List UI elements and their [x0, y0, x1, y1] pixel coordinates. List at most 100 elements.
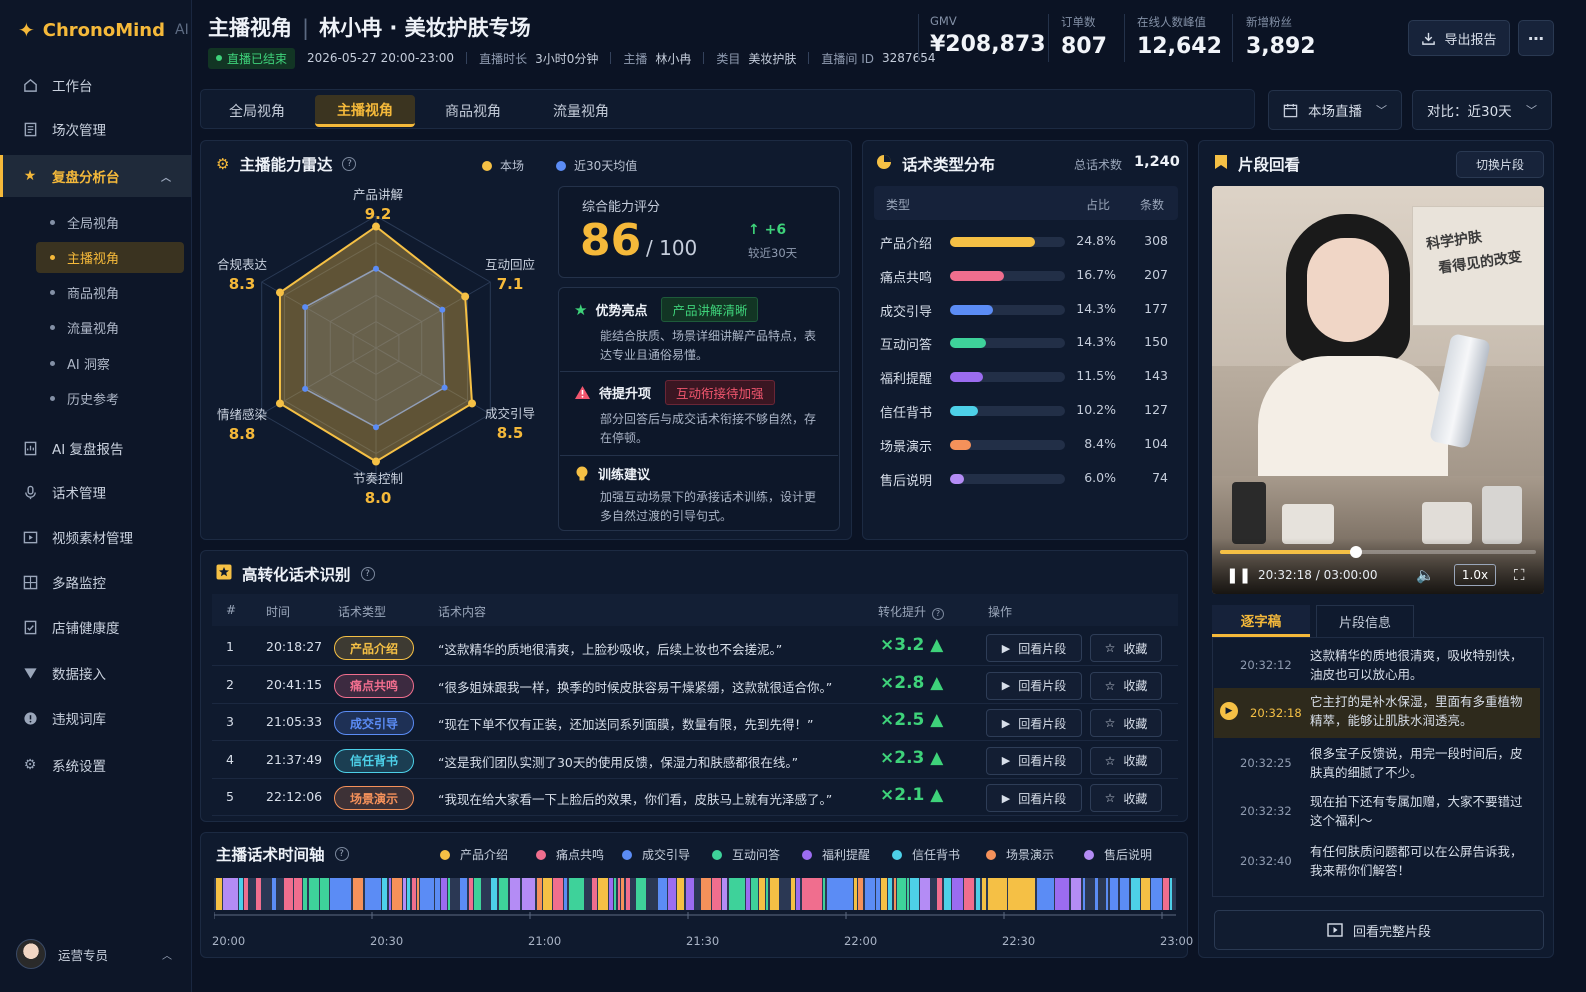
- progress-track[interactable]: [1220, 546, 1536, 558]
- replay-label: 回看片段: [1018, 754, 1067, 768]
- sidebar-item-review[interactable]: ★ 复盘分析台 ︿: [0, 155, 191, 197]
- full-replay-button[interactable]: 回看完整片段: [1214, 910, 1544, 950]
- sidebar-item-monitor[interactable]: 多路监控: [0, 562, 191, 602]
- tab-traffic[interactable]: 流量视角: [536, 95, 626, 127]
- timeline-segment: [1110, 878, 1118, 910]
- replay-clip-button[interactable]: ▶ 回看片段: [986, 784, 1082, 812]
- monitor-icon: [22, 574, 38, 590]
- replay-label: 回看片段: [1018, 716, 1067, 731]
- tab-global[interactable]: 全局视角: [212, 95, 302, 127]
- sidebar-item-data[interactable]: 数据接入: [0, 653, 191, 693]
- replay-clip-button[interactable]: ▶ 回看片段: [986, 671, 1082, 700]
- share-percent: 14.3%: [1076, 334, 1116, 350]
- sidebar-item-violations[interactable]: 违规词库: [0, 698, 191, 738]
- favorite-button[interactable]: ☆ 收藏: [1090, 746, 1162, 775]
- compare-select[interactable]: 对比：近30天 ﹀: [1412, 90, 1552, 130]
- favorite-button[interactable]: ☆ 收藏: [1090, 784, 1162, 812]
- legend-dot-icon: [986, 849, 996, 860]
- user-menu[interactable]: 运营专员 ︿: [16, 938, 176, 970]
- timeline-bar[interactable]: [214, 875, 1176, 923]
- sidebar-item-label: 系统设置: [52, 759, 106, 775]
- tab-clip-info[interactable]: 片段信息: [1316, 605, 1414, 637]
- replay-clip-button[interactable]: ▶ 回看片段: [986, 746, 1082, 775]
- divider: [1232, 14, 1233, 62]
- help-icon[interactable]: ?: [342, 157, 357, 171]
- axis-value: 8.0: [364, 489, 392, 507]
- sidebar-item-settings[interactable]: ⚙ 系统设置: [0, 745, 191, 785]
- transcript-text: 它主打的是补水保湿，里面有多重植物精萃，能够让肌肤水润透亮。: [1310, 694, 1523, 728]
- sub-item-history[interactable]: 历史参考: [36, 383, 184, 414]
- axis-value: 7.1: [496, 275, 524, 293]
- tab-host[interactable]: 主播视角: [315, 95, 415, 127]
- favorite-button[interactable]: ☆ 收藏: [1090, 634, 1162, 662]
- help-icon[interactable]: ?: [932, 607, 945, 620]
- fullscreen-icon[interactable]: ⛶: [1514, 566, 1525, 584]
- sidebar-item-ai-report[interactable]: AI 复盘报告: [0, 428, 191, 468]
- transcript-item[interactable]: 20:32:32 现在拍下还有专属加赠，大家不要错过这个福利～: [1214, 792, 1540, 836]
- row-time: 21:05:33: [266, 714, 323, 729]
- replay-clip-button[interactable]: ▶ 回看片段: [986, 634, 1082, 662]
- sidebar-item-workbench[interactable]: 工作台: [0, 65, 191, 105]
- type-pill: 信任背书: [334, 748, 414, 773]
- transcript-item[interactable]: 20:32:25 很多宝子反馈说，用完一段时间后，皮肤真的细腻了不少。: [1214, 744, 1540, 788]
- export-report-button[interactable]: 导出报告: [1408, 20, 1510, 56]
- row-time: 20:18:27: [266, 639, 323, 654]
- row-text: “这款精华的质地很清爽，上脸秒吸收，后续上妆也不会搓泥。”: [438, 642, 783, 657]
- sidebar-item-video[interactable]: 视频素材管理: [0, 517, 191, 557]
- sub-item-ai-insight[interactable]: AI 洞察: [36, 348, 184, 379]
- timeline-segment: [420, 878, 434, 910]
- help-icon[interactable]: ?: [360, 567, 375, 581]
- app-logo[interactable]: ✦ ChronoMind AI: [18, 18, 189, 42]
- timeline-segment: [522, 878, 535, 910]
- radar-point-current: [275, 399, 284, 408]
- scope-select[interactable]: 本场直播 ﹀: [1268, 90, 1402, 130]
- tab-product[interactable]: 商品视角: [428, 95, 518, 127]
- favorite-button[interactable]: ☆ 收藏: [1090, 671, 1162, 700]
- star-outline-icon: ☆: [1104, 791, 1116, 805]
- tab-transcript[interactable]: 逐字稿: [1212, 605, 1310, 637]
- switch-clip-button[interactable]: 切换片段: [1456, 151, 1544, 178]
- radar-point-average: [302, 304, 309, 311]
- progress-handle[interactable]: [1349, 546, 1362, 558]
- transcript-item[interactable]: 20:32:12 这款精华的质地很清爽，吸收特别快，油皮也可以放心用。: [1214, 646, 1540, 690]
- sidebar-item-sessions[interactable]: 场次管理: [0, 109, 191, 149]
- favorite-button[interactable]: ☆ 收藏: [1090, 709, 1162, 737]
- column-header: 话术类型: [338, 605, 387, 619]
- sub-item-global[interactable]: 全局视角: [36, 207, 184, 238]
- timeline-segment: [1071, 878, 1081, 910]
- insight-title: 训练建议: [598, 468, 651, 483]
- duration-label: 直播时长: [479, 51, 528, 66]
- row-text: “我现在给大家看一下上脸后的效果，你们看，皮肤马上就有光泽感了。”: [438, 792, 833, 807]
- divider: [1124, 14, 1125, 62]
- axis-label: 合规表达: [216, 257, 267, 272]
- video-player[interactable]: 科学护肤 看得见的改变 ❚❚ 20:32:18 / 03:00:00 🔈 1.0…: [1212, 186, 1544, 594]
- axis-label: 成交引导: [484, 406, 535, 421]
- kpi-gmv: GMV ¥208,873: [930, 14, 1046, 57]
- timeline-segment: [353, 878, 363, 910]
- sub-item-host[interactable]: 主播视角: [36, 242, 184, 273]
- timeline-segment: [553, 878, 563, 910]
- session-meta: 直播已结束 2026-05-27 20:00-23:00 直播时长 3小时0分钟 …: [208, 47, 935, 69]
- radar-title: ⚙ 主播能力雷达 ?: [216, 153, 357, 175]
- timeline-segment: [618, 878, 620, 910]
- transcript-time: 20:32:12: [1240, 658, 1292, 672]
- host-value: 林小冉: [655, 51, 692, 66]
- speed-button[interactable]: 1.0x: [1454, 564, 1496, 586]
- sidebar-item-scripts[interactable]: 话术管理: [0, 472, 191, 512]
- sidebar-item-shop-health[interactable]: 店铺健康度: [0, 607, 191, 647]
- timeline-segment: [469, 878, 473, 910]
- transcript-item[interactable]: ▶ 20:32:18 它主打的是补水保湿，里面有多重植物精萃，能够让肌肤水润透亮。: [1214, 688, 1540, 738]
- volume-icon[interactable]: 🔈: [1416, 566, 1435, 584]
- more-button[interactable]: ⋯: [1518, 20, 1554, 56]
- sub-item-traffic[interactable]: 流量视角: [36, 312, 184, 343]
- timeline-segment: [1131, 878, 1140, 910]
- timeline-segment: [330, 878, 351, 910]
- timeline-segment: [474, 878, 481, 910]
- kpi-label: 新增粉丝: [1246, 15, 1292, 29]
- sub-item-product[interactable]: 商品视角: [36, 277, 184, 308]
- timeline-segment: [320, 878, 329, 910]
- transcript-item[interactable]: 20:32:40 有任何肤质问题都可以在公屏告诉我，我来帮你们解答！: [1214, 842, 1540, 886]
- pause-icon[interactable]: ❚❚: [1226, 566, 1251, 584]
- help-icon[interactable]: ?: [334, 847, 349, 861]
- replay-clip-button[interactable]: ▶ 回看片段: [986, 709, 1082, 737]
